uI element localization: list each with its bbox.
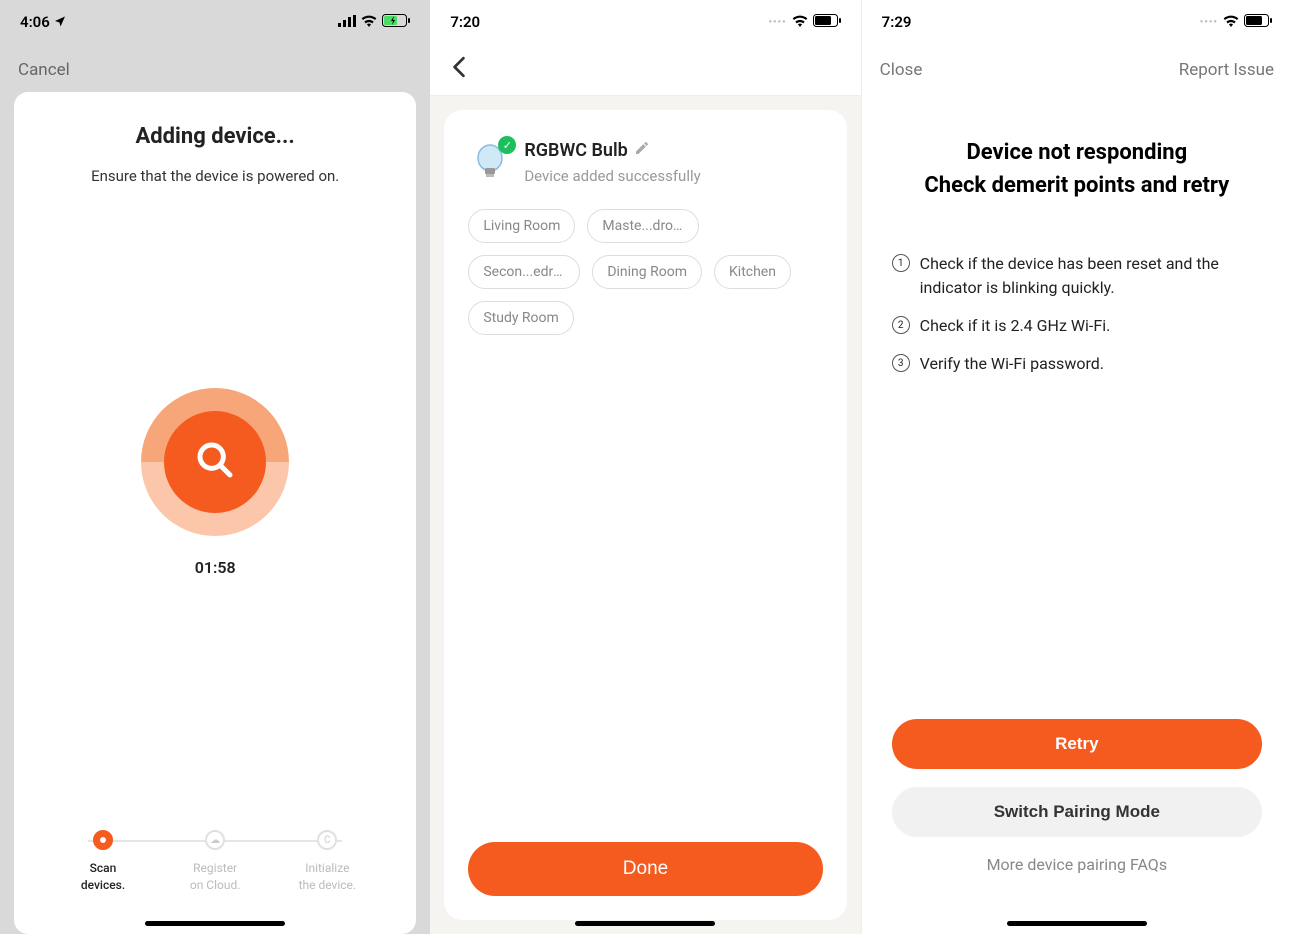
- check-badge-icon: ✓: [498, 136, 516, 154]
- retry-button[interactable]: Retry: [892, 719, 1262, 769]
- step-label: Register on Cloud.: [190, 860, 241, 894]
- wifi-icon: [361, 13, 377, 31]
- step-label: Initialize the device.: [299, 860, 356, 894]
- check-item: 3 Verify the Wi-Fi password.: [892, 352, 1262, 376]
- scan-spinner: [141, 388, 289, 536]
- edit-icon[interactable]: [634, 140, 650, 161]
- screen-device-added: 7:20 •••• ✓: [430, 0, 861, 934]
- home-indicator[interactable]: [145, 921, 285, 926]
- cloud-icon: ☁: [210, 835, 220, 846]
- signal-icon: ••••: [1200, 17, 1218, 28]
- bulb-icon: ✓: [468, 140, 512, 184]
- report-issue-button[interactable]: Report Issue: [1179, 60, 1274, 80]
- status-time: 7:29: [882, 13, 912, 31]
- done-button[interactable]: Done: [468, 842, 822, 896]
- error-title: Device not responding Check demerit poin…: [892, 136, 1262, 202]
- signal-icon: ••••: [768, 17, 786, 28]
- status-time: 7:20: [450, 13, 480, 31]
- cancel-button[interactable]: Cancel: [18, 60, 70, 80]
- status-time: 4:06: [20, 13, 50, 31]
- wifi-icon: [792, 13, 808, 31]
- progress-steps: Scan devices. ☁ Register on Cloud. C Ini…: [36, 830, 394, 894]
- status-bar: 7:20 ••••: [430, 0, 860, 44]
- check-item: 1 Check if the device has been reset and…: [892, 252, 1262, 300]
- check-number-icon: 2: [892, 316, 910, 334]
- wifi-icon: [1223, 13, 1239, 31]
- home-indicator[interactable]: [575, 921, 715, 926]
- pairing-faq-link[interactable]: More device pairing FAQs: [892, 855, 1262, 874]
- step-scan: Scan devices.: [58, 830, 148, 894]
- error-title-line2: Check demerit points and retry: [892, 169, 1262, 202]
- step-register: ☁ Register on Cloud.: [170, 830, 260, 894]
- device-added-message: Device added successfully: [524, 167, 822, 185]
- search-icon: [195, 440, 235, 484]
- home-indicator[interactable]: [1007, 921, 1147, 926]
- check-text: Check if the device has been reset and t…: [920, 252, 1262, 300]
- switch-pairing-button[interactable]: Switch Pairing Mode: [892, 787, 1262, 837]
- check-number-icon: 1: [892, 254, 910, 272]
- battery-icon: [1244, 13, 1272, 31]
- screen-adding-device: 4:06 Cancel Adding device... En: [0, 0, 430, 934]
- room-chip[interactable]: Living Room: [468, 209, 575, 243]
- device-name: RGBWC Bulb: [524, 140, 627, 161]
- battery-icon: [382, 13, 410, 31]
- check-text: Check if it is 2.4 GHz Wi-Fi.: [920, 314, 1111, 338]
- room-chip[interactable]: Secon...edroom: [468, 255, 580, 289]
- error-title-line1: Device not responding: [892, 136, 1262, 169]
- room-chip[interactable]: Study Room: [468, 301, 573, 335]
- init-icon: C: [324, 835, 331, 846]
- battery-icon: [813, 13, 841, 31]
- screen-device-not-responding: 7:29 •••• Close Report Issue Device not …: [862, 0, 1292, 934]
- check-item: 2 Check if it is 2.4 GHz Wi-Fi.: [892, 314, 1262, 338]
- status-bar: 7:29 ••••: [862, 0, 1292, 44]
- countdown-timer: 01:58: [195, 558, 236, 577]
- step-label: Scan devices.: [81, 860, 125, 894]
- close-button[interactable]: Close: [880, 60, 923, 80]
- step-initialize: C Initialize the device.: [282, 830, 372, 894]
- room-list: Living Room Maste...droom Secon...edroom…: [468, 209, 822, 335]
- back-button[interactable]: [444, 51, 474, 89]
- checklist: 1 Check if the device has been reset and…: [892, 252, 1262, 390]
- room-chip[interactable]: Dining Room: [592, 255, 702, 289]
- room-chip[interactable]: Maste...droom: [587, 209, 699, 243]
- room-chip[interactable]: Kitchen: [714, 255, 791, 289]
- location-icon: [50, 13, 66, 31]
- check-number-icon: 3: [892, 354, 910, 372]
- check-text: Verify the Wi-Fi password.: [920, 352, 1104, 376]
- signal-icon: [338, 13, 356, 31]
- status-bar: 4:06: [0, 0, 430, 44]
